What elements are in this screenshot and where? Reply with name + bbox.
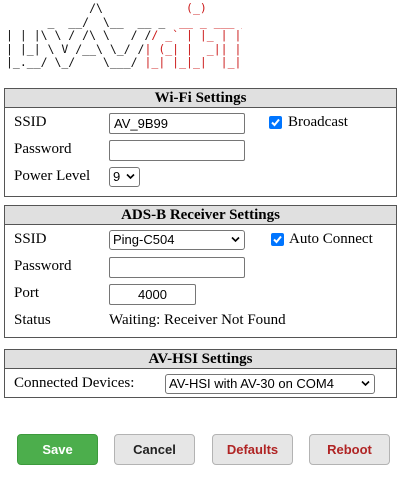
port-label: Port [14,285,40,301]
checkmark-icon [271,118,280,127]
broadcast-checkbox[interactable] [269,116,282,129]
adsb-settings-title: ADS-B Receiver Settings [5,206,396,225]
wifi-settings-title: Wi-Fi Settings [5,89,396,108]
wifi-password-input[interactable] [109,140,245,161]
status-label: Status [14,312,51,328]
adsb-ssid-value: Ping-C504 [113,232,175,247]
chevron-down-icon [231,236,240,243]
defaults-button[interactable]: Defaults [212,434,293,465]
port-input[interactable]: 4000 [109,284,196,305]
connected-devices-label: Connected Devices: [14,375,135,391]
wifi-password-label: Password [14,141,72,157]
chevron-down-icon [361,380,370,387]
reboot-button[interactable]: Reboot [309,434,390,465]
broadcast-label: Broadcast [288,114,348,130]
wifi-ssid-input[interactable]: AV_9B99 [109,113,245,134]
hsi-settings-panel: AV-HSI Settings Connected Devices: AV-HS… [4,349,397,398]
adsb-ssid-select[interactable]: Ping-C504 [109,230,245,250]
cancel-button[interactable]: Cancel [114,434,195,465]
adsb-settings-panel: ADS-B Receiver Settings SSID Ping-C504 A… [4,205,397,338]
status-value: Waiting: Receiver Not Found [109,312,286,328]
auto-connect-checkbox[interactable] [271,233,284,246]
connected-devices-value: AV-HSI with AV-30 on COM4 [169,376,334,391]
power-level-label: Power Level [14,168,91,184]
hsi-settings-title: AV-HSI Settings [5,350,396,369]
chevron-down-icon [126,173,135,180]
power-level-select[interactable]: 9 [109,167,140,187]
save-button[interactable]: Save [17,434,98,465]
power-level-value: 9 [113,169,121,184]
connected-devices-select[interactable]: AV-HSI with AV-30 on COM4 [165,374,375,394]
adsb-ssid-label: SSID [14,231,47,247]
auto-connect-label: Auto Connect [289,231,373,247]
wifi-settings-panel: Wi-Fi Settings SSID AV_9B99 Broadcast Pa… [4,88,397,197]
app-logo: /\ (_) (_) _ __/ \__ __ _ __ _ ___ _ __ … [6,2,242,69]
checkmark-icon [273,235,282,244]
adsb-password-input[interactable] [109,257,245,278]
adsb-password-label: Password [14,258,72,274]
wifi-ssid-label: SSID [14,114,47,130]
